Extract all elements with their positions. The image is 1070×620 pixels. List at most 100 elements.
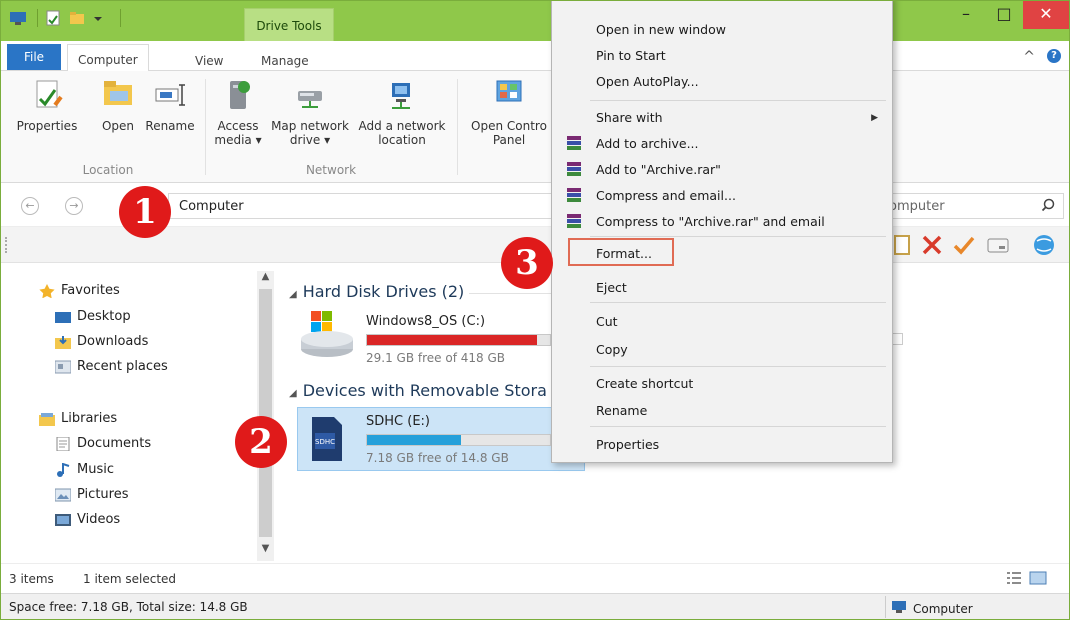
drive-c-name[interactable]: Windows8_OS (C:) [366,314,485,329]
winrar-icon [566,213,582,229]
open-control-label-2: Panel [492,133,526,147]
add-network-location-button[interactable]: Add a network location [355,77,449,147]
menu-add-to-archive-rar[interactable]: Add to "Archive.rar" [596,162,721,177]
menu-compress-and-email[interactable]: Compress and email... [596,188,736,203]
ribbon-right-controls: ^ ? [1023,49,1061,65]
close-button[interactable]: ✕ [1023,1,1069,29]
network-globe-icon[interactable] [1031,232,1057,258]
tab-computer[interactable]: Computer [67,44,149,72]
open-control-label-1: Open Contro [471,119,547,133]
collapse-ribbon-icon[interactable]: ^ [1023,49,1035,65]
address-path: Computer [179,199,244,214]
menu-open-new-window[interactable]: Open in new window [596,22,726,37]
nav-pictures[interactable]: Pictures [54,487,129,502]
menu-share-with[interactable]: Share with [596,110,663,125]
minimize-button[interactable]: – [947,1,985,29]
network-drive-icon [292,77,328,113]
details-view-icon[interactable] [1005,570,1023,590]
search-icon [1041,198,1055,216]
nav-documents[interactable]: Documents [55,436,151,451]
control-panel-icon [491,77,527,113]
qat-divider-2 [120,9,121,27]
details-divider [885,596,886,618]
nav-music[interactable]: Music [55,462,114,477]
forward-button[interactable]: → [65,197,83,215]
nav-label: Pictures [77,487,129,502]
scroll-up-icon[interactable]: ▲ [257,271,274,287]
nav-downloads[interactable]: Downloads [55,334,148,349]
drive-e-usage-fill [367,435,462,445]
menu-format[interactable]: Format... [596,246,652,261]
map-network-drive-button[interactable]: Map network drive ▾ [267,77,353,147]
menu-properties[interactable]: Properties [596,437,659,452]
access-media-label-1: Access [217,119,259,133]
menu-add-to-archive[interactable]: Add to archive... [596,136,699,151]
recent-places-icon [54,360,72,374]
menu-open-autoplay[interactable]: Open AutoPlay... [596,74,699,89]
title-bar: Drive Tools – □ ✕ [1,1,1069,41]
window-controls: – □ ✕ [947,1,1069,29]
removable-group-header[interactable]: ◢ Devices with Removable Stora [289,381,547,400]
search-input[interactable]: omputer [884,193,1064,219]
star-icon [39,283,55,298]
nav-desktop[interactable]: Desktop [55,309,131,324]
scroll-down-icon[interactable]: ▼ [257,543,274,559]
properties-button[interactable]: Properties [15,77,79,133]
hdd-group-header[interactable]: ◢ Hard Disk Drives (2) [289,282,464,301]
drive-e-usage-bar [366,434,551,446]
menu-copy[interactable]: Copy [596,342,628,357]
rename-icon [152,77,188,113]
computer-icon[interactable] [9,10,27,26]
maximize-button[interactable]: □ [985,1,1023,29]
menu-create-shortcut[interactable]: Create shortcut [596,376,693,391]
rename-button[interactable]: Rename [143,77,197,133]
music-icon [55,462,71,477]
sd-card-icon: SDHC [306,415,346,463]
menu-separator [590,100,886,101]
nav-libraries[interactable]: Libraries [39,411,117,426]
properties-icon[interactable] [44,10,62,26]
open-button[interactable]: Open [95,77,141,133]
menu-cut[interactable]: Cut [596,314,618,329]
properties-icon [29,77,65,113]
menu-rename[interactable]: Rename [596,403,647,418]
tiles-view-icon[interactable] [1029,570,1047,590]
open-drive-icon [100,77,136,113]
nav-recent-places[interactable]: Recent places [54,359,168,374]
delete-x-icon[interactable] [919,232,945,258]
help-icon[interactable]: ? [1047,49,1061,63]
winrar-icon [566,135,582,151]
drive-toolbar-icon[interactable] [985,232,1011,258]
menu-pin-to-start[interactable]: Pin to Start [596,48,666,63]
menu-compress-rar-email[interactable]: Compress to "Archive.rar" and email [596,214,825,229]
ribbon-tabs: File Computer View Manage [1,41,1069,72]
menu-eject[interactable]: Eject [596,280,627,295]
toolbar-page-icon[interactable] [891,232,917,258]
nav-favorites[interactable]: Favorites [39,283,120,298]
nav-label: Favorites [61,283,120,298]
drive-e-name[interactable]: SDHC (E:) [366,414,430,429]
menu-separator [590,426,886,427]
ribbon-divider-2 [457,79,458,175]
nav-scroll-thumb[interactable] [259,289,272,537]
tab-file[interactable]: File [7,44,61,70]
back-button[interactable]: ← [21,197,39,215]
new-folder-icon[interactable] [68,10,86,26]
drive-c-free: 29.1 GB free of 418 GB [366,351,505,365]
nav-label: Videos [77,512,121,527]
step-marker-1: 1 [119,186,171,238]
access-media-button[interactable]: Access media ▾ [211,77,265,147]
details-location-label: Computer [913,601,973,616]
space-info: Space free: 7.18 GB, Total size: 14.8 GB [9,600,248,614]
add-location-label-1: Add a network [358,119,446,133]
nav-videos[interactable]: Videos [55,512,120,527]
section-divider [469,293,551,294]
checkmark-icon[interactable] [951,232,977,258]
qat-dropdown-icon[interactable] [92,10,110,26]
tab-view[interactable]: View [185,47,233,71]
drive-e-free: 7.18 GB free of 14.8 GB [366,451,509,465]
step-marker-2: 2 [235,416,287,468]
open-control-panel-button[interactable]: Open Contro Panel [465,77,553,147]
tab-manage[interactable]: Manage [251,47,319,71]
nav-label: Downloads [77,334,149,349]
